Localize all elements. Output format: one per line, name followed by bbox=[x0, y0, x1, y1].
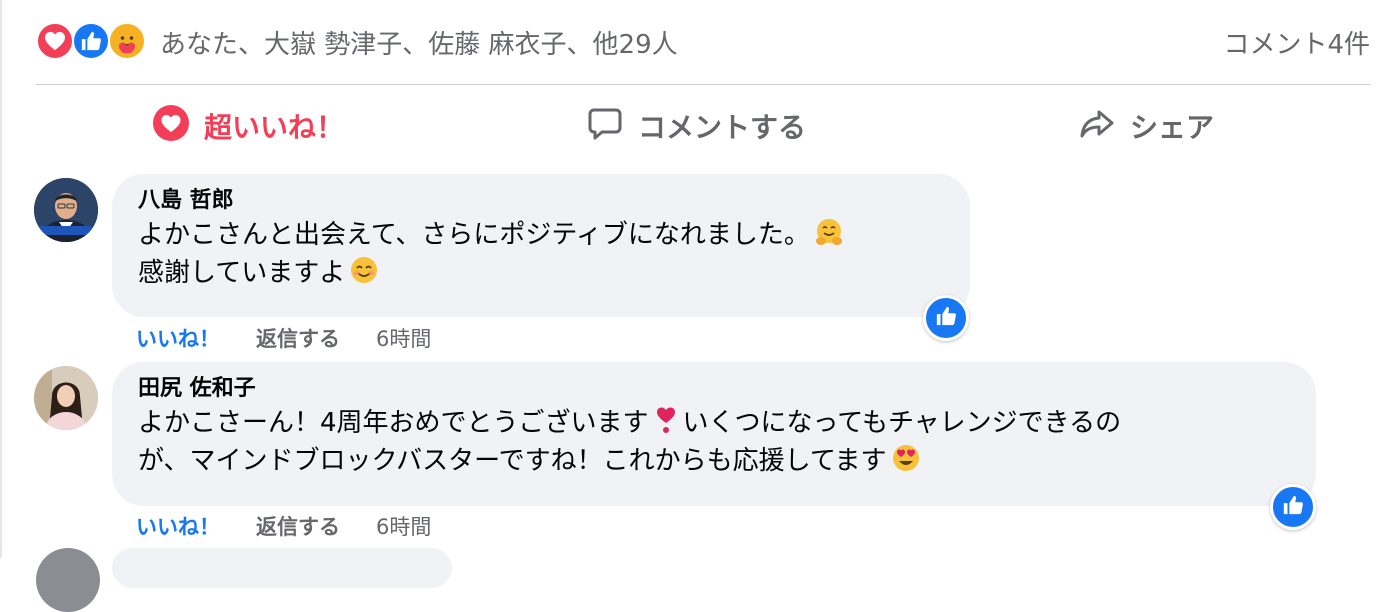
comment-text: よかこさんと出会えて、さらにポジティブになれました。 bbox=[138, 220, 810, 250]
comment-reply-link[interactable]: 返信する bbox=[256, 323, 340, 353]
smiling-face-icon bbox=[349, 255, 379, 285]
like-icon bbox=[1282, 494, 1304, 520]
love-icon bbox=[152, 104, 190, 149]
comment-actions: いいね！ 返信する 6時間 bbox=[136, 323, 431, 353]
comment-text-line: が、マインドブロックバスターですね！これからも応援してます bbox=[138, 442, 1290, 480]
comment-bubble bbox=[112, 548, 452, 588]
comment-text-line: 感謝していますよ bbox=[138, 254, 944, 292]
reactions-summary: あなた、大嶽 勢津子、佐藤 麻衣子、他29人 コメント4件 bbox=[36, 20, 1370, 64]
divider bbox=[36, 84, 1370, 85]
comment-like-link[interactable]: いいね！ bbox=[136, 323, 220, 353]
share-button-label: シェア bbox=[1130, 111, 1215, 144]
love-button-label: 超いいね！ bbox=[204, 111, 345, 144]
comment-text: が、マインドブロックバスターですね！これからも応援してます bbox=[138, 446, 887, 476]
comment-text-line: よかこさーん！4周年おめでとうございます いくつになってもチャレンジできるの bbox=[138, 404, 1290, 442]
like-icon bbox=[72, 22, 110, 60]
heart-exclamation-icon bbox=[651, 405, 681, 435]
comment-timestamp[interactable]: 6時間 bbox=[376, 323, 431, 353]
comment-reply-link[interactable]: 返信する bbox=[256, 511, 340, 541]
hugging-face-icon bbox=[814, 217, 844, 247]
comment-timestamp[interactable]: 6時間 bbox=[376, 511, 431, 541]
comment-text: 感謝していますよ bbox=[138, 258, 346, 288]
like-icon bbox=[935, 305, 957, 331]
comment-author[interactable]: 田尻 佐和子 bbox=[138, 374, 1290, 404]
comment-actions: いいね！ 返信する 6時間 bbox=[136, 511, 431, 541]
love-reaction-button[interactable]: 超いいね！ bbox=[152, 104, 344, 148]
share-icon bbox=[1078, 104, 1116, 149]
comment-like-link[interactable]: いいね！ bbox=[136, 511, 220, 541]
reaction-icons[interactable] bbox=[36, 22, 156, 62]
left-border bbox=[0, 0, 2, 558]
comment-like-badge[interactable] bbox=[1270, 484, 1316, 530]
care-icon bbox=[108, 22, 146, 60]
comment-text-line: よかこさんと出会えて、さらにポジティブになれました。 bbox=[138, 216, 944, 254]
comment-like-badge[interactable] bbox=[923, 295, 969, 341]
comment-button[interactable]: コメントする bbox=[586, 104, 806, 148]
comment-count-link[interactable]: コメント4件 bbox=[1223, 24, 1370, 61]
comment-author[interactable]: 八島 哲郎 bbox=[138, 186, 944, 216]
heart-eyes-icon bbox=[891, 443, 921, 473]
comment-bubble: 田尻 佐和子 よかこさーん！4周年おめでとうございます いくつになってもチャレンジ… bbox=[112, 362, 1316, 506]
avatar[interactable] bbox=[34, 366, 98, 430]
share-button[interactable]: シェア bbox=[1078, 104, 1214, 148]
comment-icon bbox=[586, 104, 624, 149]
comment-button-label: コメントする bbox=[638, 111, 807, 144]
avatar[interactable] bbox=[34, 178, 98, 242]
comment-text: よかこさーん！4周年おめでとうございます bbox=[138, 408, 649, 438]
reactors-text[interactable]: あなた、大嶽 勢津子、佐藤 麻衣子、他29人 bbox=[160, 24, 678, 61]
comment-text: いくつになってもチャレンジできるの bbox=[682, 408, 1122, 438]
comment-bubble: 八島 哲郎 よかこさんと出会えて、さらにポジティブになれました。 感謝しています… bbox=[112, 174, 970, 317]
love-icon bbox=[36, 22, 74, 60]
